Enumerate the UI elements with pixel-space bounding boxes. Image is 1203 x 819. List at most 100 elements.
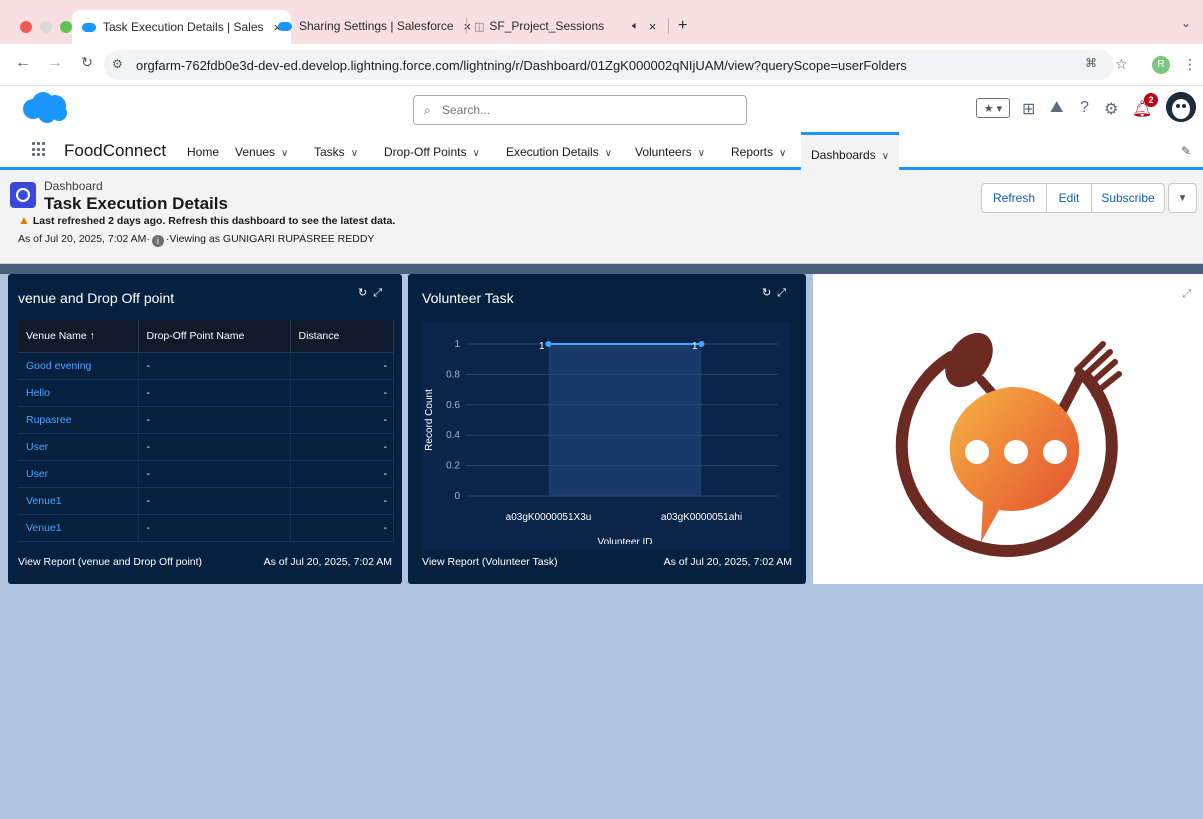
table-row: Hello - - [18, 379, 394, 407]
venue-link[interactable]: Venue1 [18, 514, 139, 542]
nav-item-tasks[interactable]: Tasks ∨ [314, 145, 358, 159]
table-row: Good evening - - [18, 352, 394, 380]
favorites-button[interactable]: ★ ▾ [976, 98, 1010, 118]
back-arrow-icon[interactable]: ← [12, 54, 34, 72]
data-point [698, 341, 705, 347]
browser-tab-sharing-settings[interactable]: Sharing Settings | Salesforce × [278, 12, 471, 40]
nav-item-dashboards[interactable]: Dashboards ∨ [801, 132, 900, 170]
edit-button[interactable]: Edit [1047, 183, 1092, 213]
subscribe-button[interactable]: Subscribe [1092, 183, 1165, 213]
trailhead-icon[interactable]: ⛰︎ [1050, 99, 1063, 117]
chevron-down-icon: ∨ [472, 148, 480, 159]
dashboard-header: Dashboard Task Execution Details ▲ Last r… [0, 170, 1203, 264]
new-tab-button[interactable]: + [678, 12, 687, 40]
table-row: Rupasree - - [18, 406, 394, 434]
chevron-down-icon: ∨ [779, 148, 787, 159]
url-text: orgfarm-762fdb0e3d-dev-ed.develop.lightn… [136, 58, 907, 73]
foodconnect-logo-image [895, 332, 1122, 557]
distance-cell: - [290, 514, 394, 542]
refresh-warning: ▲ Last refreshed 2 days ago. Refresh this… [18, 213, 396, 227]
salesforce-favicon-icon [278, 21, 292, 31]
nav-item-execution-details[interactable]: Execution Details ∨ [506, 145, 612, 159]
table-row: Venue1- - [18, 487, 394, 515]
global-search[interactable]: ⌕ [413, 95, 747, 125]
view-report-link[interactable]: View Report (Volunteer Task) [422, 556, 558, 568]
user-avatar[interactable] [1166, 92, 1196, 122]
venue-link[interactable]: User [18, 433, 139, 461]
widget-footer: View Report (Volunteer Task) As of Jul 2… [422, 556, 792, 568]
expand-icon[interactable]: ⤢ [373, 287, 388, 299]
reload-icon[interactable]: ↻ [76, 54, 98, 71]
help-icon[interactable]: ? [1080, 99, 1089, 117]
venue-link[interactable]: Rupasree [18, 406, 139, 434]
column-header-venue-name[interactable]: Venue Name ↑ [18, 320, 139, 353]
as-of-line: As of Jul 20, 2025, 7:02 AM· i ·Viewing as… [18, 233, 374, 247]
y-tick-label: 0.6 [446, 400, 460, 411]
global-actions-icon[interactable]: ⊞ [1022, 99, 1035, 119]
close-tab-icon[interactable]: × [464, 19, 472, 34]
page-title: Task Execution Details [44, 194, 228, 213]
forward-arrow-icon[interactable]: → [44, 54, 66, 72]
nav-item-volunteers[interactable]: Volunteers ∨ [635, 145, 705, 159]
widget-title: venue and Drop Off point [18, 290, 175, 306]
data-label: 1 [539, 341, 545, 352]
expand-icon[interactable]: ⤢ [1182, 288, 1191, 301]
edit-nav-pencil-icon[interactable]: ✎ [1181, 144, 1191, 158]
column-header-distance[interactable]: Distance [290, 320, 394, 353]
nav-item-home[interactable]: Home [187, 145, 219, 159]
profile-avatar[interactable]: R [1152, 56, 1170, 74]
as-of-timestamp: As of Jul 20, 2025, 7:02 AM· [18, 233, 150, 245]
drop-off-cell: - [138, 379, 291, 407]
tab-title: Task Execution Details | Sales [103, 20, 264, 34]
audio-playing-icon[interactable]: 🔈︎ [632, 20, 639, 33]
distance-cell: - [290, 487, 394, 515]
browser-tab-task-execution[interactable]: Task Execution Details | Sales × [72, 10, 292, 44]
distance-cell: - [290, 406, 394, 434]
view-report-link[interactable]: View Report (venue and Drop Off point) [18, 556, 202, 568]
series-area-band [548, 344, 702, 496]
tab-divider [668, 18, 669, 34]
canvas-header-band [0, 264, 1203, 274]
distance-cell: - [290, 352, 394, 380]
y-tick-label: 0.4 [446, 430, 460, 441]
close-window-button[interactable] [20, 21, 32, 33]
venue-link[interactable]: Hello [18, 379, 139, 407]
info-icon[interactable]: i [151, 235, 164, 247]
nav-item-venues[interactable]: Venues ∨ [235, 145, 288, 159]
minimize-window-button[interactable] [40, 21, 52, 33]
search-input[interactable] [442, 101, 732, 119]
maximize-window-button[interactable] [60, 21, 72, 33]
bookmark-star-icon[interactable]: ☆ [1115, 56, 1128, 73]
y-tick-label: 0 [454, 491, 460, 502]
chevron-down-icon: ∨ [881, 151, 890, 162]
url-field[interactable]: ⚙︎ orgfarm-762fdb0e3d-dev-ed.develop.lig… [104, 50, 1114, 80]
nav-item-drop-off-points[interactable]: Drop-Off Points ∨ [384, 145, 480, 159]
y-tick-label: 0.8 [446, 369, 460, 380]
gear-icon[interactable]: ⚙︎ [1104, 99, 1118, 119]
table-header-row: Venue Name ↑ Drop-Off Point Name Distanc… [18, 320, 394, 353]
app-launcher-icon[interactable] [32, 142, 47, 157]
browser-tab-sf-project-sessions[interactable]: ◫ SF_Project_Sessions 🔈︎ × [474, 12, 656, 40]
nav-item-reports[interactable]: Reports ∨ [731, 145, 786, 159]
tab-divider [466, 18, 467, 34]
tab-search-chevron-icon[interactable]: ⌄ [1181, 16, 1191, 30]
more-actions-button[interactable]: ▼ [1168, 183, 1197, 213]
y-tick-label: 1 [454, 339, 460, 350]
refresh-widget-icon[interactable]: ↻ [358, 287, 373, 299]
browser-menu-icon[interactable]: ⋮ [1183, 56, 1197, 73]
site-info-icon[interactable]: ⚙︎ [112, 57, 123, 71]
close-tab-icon[interactable]: × [649, 19, 657, 34]
venue-link[interactable]: Good evening [18, 352, 139, 380]
widget-footer: View Report (venue and Drop Off point) A… [18, 556, 392, 568]
drop-off-cell: - [138, 460, 291, 488]
venue-link[interactable]: User [18, 460, 139, 488]
translate-icon[interactable]: ⌘ [1085, 56, 1097, 70]
foodconnect-logo-widget: ⤢ [813, 274, 1203, 584]
x-axis-label: Volunteer ID [597, 537, 652, 544]
app-navigation-bar: FoodConnect Home Venues ∨ Tasks ∨ Drop-Off… [0, 132, 1203, 170]
column-header-drop-off-point[interactable]: Drop-Off Point Name [138, 320, 291, 353]
drop-off-cell: - [138, 406, 291, 434]
refresh-button[interactable]: Refresh [981, 183, 1047, 213]
venue-link[interactable]: Venue1 [18, 487, 139, 515]
salesforce-cloud-logo[interactable] [19, 91, 69, 125]
